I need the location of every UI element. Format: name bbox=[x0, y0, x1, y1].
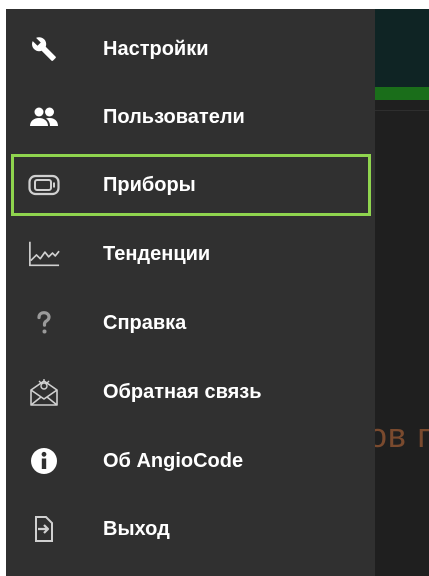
app-frame: ов п Настройки Пользователи Приборы Тенд… bbox=[6, 9, 429, 576]
menu-item-label: Тенденции bbox=[103, 243, 211, 265]
background-partial-title: ов п bbox=[368, 417, 429, 455]
menu-item-trends[interactable]: Тенденции bbox=[11, 223, 371, 285]
navigation-drawer: Настройки Пользователи Приборы Тенденции… bbox=[6, 9, 375, 576]
background-app-header bbox=[366, 9, 429, 99]
background-app-header-accent bbox=[366, 87, 429, 100]
menu-item-exit[interactable]: Выход bbox=[11, 498, 371, 560]
question-mark-icon bbox=[28, 307, 60, 339]
menu-item-label: Приборы bbox=[103, 174, 196, 196]
menu-item-label: Выход bbox=[103, 518, 170, 540]
info-icon bbox=[28, 445, 60, 477]
menu-item-devices[interactable]: Приборы bbox=[11, 154, 371, 216]
menu-item-users[interactable]: Пользователи bbox=[11, 86, 371, 148]
menu-item-label: Справка bbox=[103, 312, 187, 334]
menu-item-label: Пользователи bbox=[103, 106, 245, 128]
exit-icon bbox=[28, 513, 60, 545]
feedback-envelope-icon bbox=[28, 376, 60, 408]
device-icon bbox=[28, 169, 60, 201]
menu-item-about[interactable]: Об AngioCode bbox=[11, 430, 371, 492]
trend-chart-icon bbox=[28, 238, 60, 270]
menu-item-feedback[interactable]: Обратная связь bbox=[11, 361, 371, 423]
menu-item-label: Об AngioCode bbox=[103, 450, 244, 472]
wrench-icon bbox=[28, 33, 60, 65]
users-icon bbox=[28, 101, 60, 133]
menu-item-help[interactable]: Справка bbox=[11, 292, 371, 354]
background-divider bbox=[366, 110, 429, 111]
menu-item-settings[interactable]: Настройки bbox=[11, 18, 371, 80]
menu-item-label: Настройки bbox=[103, 38, 209, 60]
menu-item-label: Обратная связь bbox=[103, 381, 262, 403]
